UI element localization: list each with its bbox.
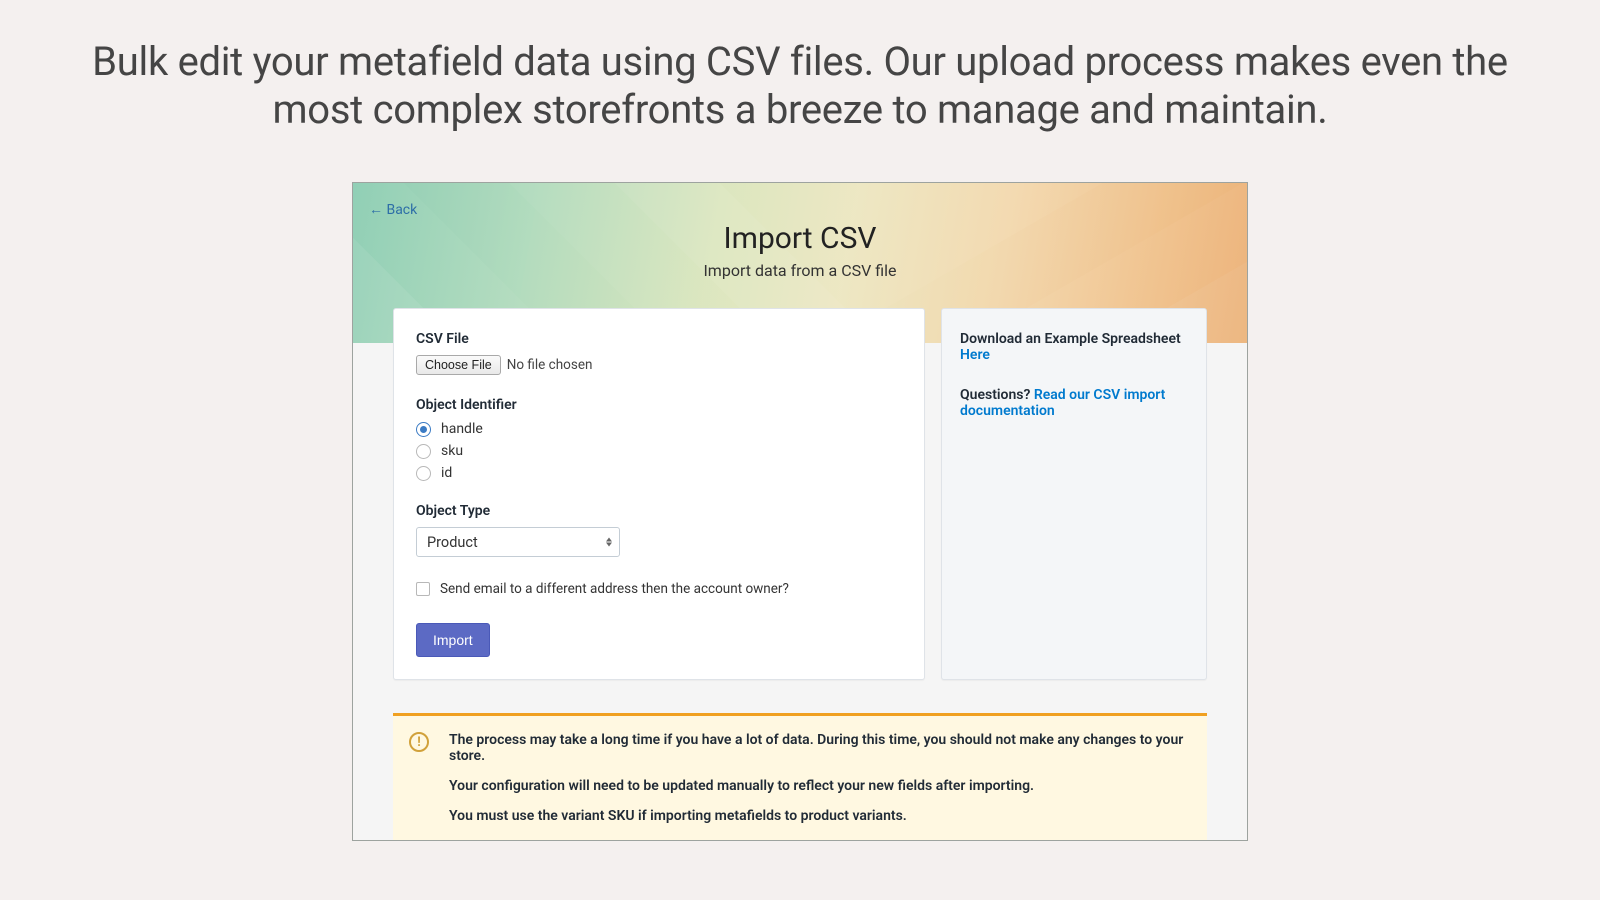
- import-button[interactable]: Import: [416, 623, 490, 657]
- download-example-link[interactable]: Here: [960, 347, 990, 363]
- radio-label: id: [441, 465, 452, 481]
- object-type-label: Object Type: [416, 503, 902, 519]
- object-identifier-label: Object Identifier: [416, 397, 902, 413]
- warning-icon: !: [409, 732, 429, 752]
- download-text: Download an Example Spreadsheet: [960, 331, 1181, 347]
- radio-label: handle: [441, 421, 483, 437]
- choose-file-button[interactable]: Choose File: [416, 355, 501, 375]
- page-hero: Bulk edit your metafield data using CSV …: [0, 0, 1600, 134]
- radio-id[interactable]: id: [416, 465, 902, 481]
- radio-icon: [416, 466, 431, 481]
- email-checkbox-row[interactable]: Send email to a different address then t…: [416, 581, 902, 597]
- radio-icon: [416, 444, 431, 459]
- import-form-card: CSV File Choose File No file chosen Obje…: [393, 308, 925, 680]
- checkbox-icon: [416, 582, 430, 596]
- app-window: ← Back Import CSV Import data from a CSV…: [352, 182, 1248, 841]
- checkbox-label: Send email to a different address then t…: [440, 581, 789, 597]
- csv-file-label: CSV File: [416, 331, 902, 347]
- page-subtitle: Import data from a CSV file: [353, 261, 1247, 280]
- warning-text: The process may take a long time if you …: [449, 732, 1191, 764]
- select-value: Product: [427, 534, 478, 551]
- file-status-text: No file chosen: [507, 357, 593, 373]
- questions-text: Questions?: [960, 387, 1034, 403]
- radio-sku[interactable]: sku: [416, 443, 902, 459]
- help-sidebar: Download an Example Spreadsheet Here Que…: [941, 308, 1207, 680]
- radio-handle[interactable]: handle: [416, 421, 902, 437]
- back-link[interactable]: ← Back: [369, 201, 417, 218]
- radio-icon: [416, 422, 431, 437]
- radio-label: sku: [441, 443, 463, 459]
- page-title: Import CSV: [353, 221, 1247, 256]
- object-type-select[interactable]: Product: [416, 527, 620, 557]
- warning-text: Your configuration will need to be updat…: [449, 778, 1191, 794]
- warning-text: You must use the variant SKU if importin…: [449, 808, 1191, 824]
- warning-banner: ! The process may take a long time if yo…: [393, 713, 1207, 840]
- select-caret-icon: [606, 538, 612, 547]
- object-identifier-group: handle sku id: [416, 421, 902, 481]
